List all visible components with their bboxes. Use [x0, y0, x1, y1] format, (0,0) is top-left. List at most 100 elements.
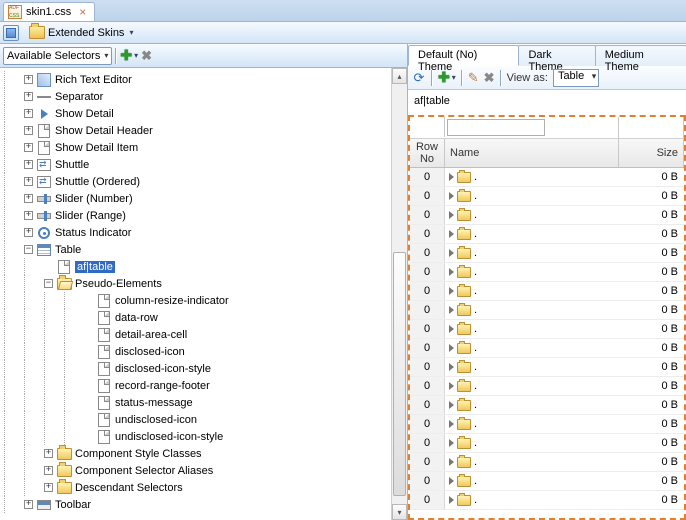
- cell-name[interactable]: .: [445, 323, 619, 335]
- expander[interactable]: +: [24, 109, 33, 118]
- expander[interactable]: +: [44, 483, 53, 492]
- add-button[interactable]: ✚ ▾: [120, 47, 138, 64]
- disclosure-icon[interactable]: [449, 173, 454, 181]
- table-row[interactable]: 0.0 B: [410, 187, 684, 206]
- scroll-down-arrow[interactable]: ▾: [392, 504, 407, 520]
- freeze-button[interactable]: [3, 25, 19, 41]
- cell-name[interactable]: .: [445, 494, 619, 506]
- scroll-up-arrow[interactable]: ▴: [392, 68, 407, 84]
- cell-name[interactable]: .: [445, 304, 619, 316]
- table-row[interactable]: 0.0 B: [410, 244, 684, 263]
- tree-item-label[interactable]: Toolbar: [55, 499, 91, 511]
- cell-name[interactable]: .: [445, 266, 619, 278]
- tree-item-label[interactable]: Component Selector Aliases: [75, 465, 213, 477]
- tab-dark-theme[interactable]: Dark Theme: [518, 45, 595, 66]
- tree-item-label[interactable]: status-message: [115, 397, 193, 409]
- available-selectors-combo[interactable]: Available Selectors ▾: [3, 47, 112, 65]
- table-row[interactable]: 0.0 B: [410, 339, 684, 358]
- tree-item-label[interactable]: undisclosed-icon-style: [115, 431, 223, 443]
- tree-item-label[interactable]: Show Detail Header: [55, 125, 153, 137]
- tree-item-label[interactable]: Separator: [55, 91, 103, 103]
- table-row[interactable]: 0.0 B: [410, 472, 684, 491]
- tree-item-label[interactable]: Rich Text Editor: [55, 74, 132, 86]
- cell-name[interactable]: .: [445, 475, 619, 487]
- tree-item-label[interactable]: Descendant Selectors: [75, 482, 183, 494]
- table-row[interactable]: 0.0 B: [410, 301, 684, 320]
- expander[interactable]: +: [24, 194, 33, 203]
- header-name[interactable]: Name: [445, 139, 619, 167]
- vertical-scrollbar[interactable]: ▴ ▾: [391, 68, 407, 520]
- tree-item-label[interactable]: Slider (Range): [55, 210, 126, 222]
- tab-default-theme[interactable]: Default (No) Theme: [408, 45, 519, 66]
- disclosure-icon[interactable]: [449, 458, 454, 466]
- cell-name[interactable]: .: [445, 361, 619, 373]
- tree-item-label[interactable]: Shuttle: [55, 159, 89, 171]
- cell-name[interactable]: .: [445, 342, 619, 354]
- disclosure-icon[interactable]: [449, 325, 454, 333]
- tree-item-label[interactable]: Show Detail Item: [55, 142, 138, 154]
- tree-item-label[interactable]: Slider (Number): [55, 193, 133, 205]
- table-row[interactable]: 0.0 B: [410, 206, 684, 225]
- disclosure-icon[interactable]: [449, 420, 454, 428]
- tree-item-label[interactable]: column-resize-indicator: [115, 295, 229, 307]
- tree-item-label[interactable]: record-range-footer: [115, 380, 210, 392]
- table-row[interactable]: 0.0 B: [410, 491, 684, 510]
- expander[interactable]: +: [24, 92, 33, 101]
- table-row[interactable]: 0.0 B: [410, 168, 684, 187]
- header-row-no[interactable]: Row No: [410, 139, 445, 167]
- header-size[interactable]: Size: [619, 139, 684, 167]
- close-icon[interactable]: ×: [79, 5, 86, 19]
- tree-item-label[interactable]: Pseudo-Elements: [75, 278, 162, 290]
- table-row[interactable]: 0.0 B: [410, 434, 684, 453]
- cell-name[interactable]: .: [445, 285, 619, 297]
- table-row[interactable]: 0.0 B: [410, 415, 684, 434]
- cell-name[interactable]: .: [445, 399, 619, 411]
- table-row[interactable]: 0.0 B: [410, 358, 684, 377]
- cell-name[interactable]: .: [445, 171, 619, 183]
- expander[interactable]: +: [24, 143, 33, 152]
- expander[interactable]: +: [44, 449, 53, 458]
- cell-name[interactable]: .: [445, 418, 619, 430]
- expander[interactable]: +: [24, 160, 33, 169]
- disclosure-icon[interactable]: [449, 192, 454, 200]
- cell-name[interactable]: .: [445, 456, 619, 468]
- tree-item-label[interactable]: data-row: [115, 312, 158, 324]
- name-filter-input[interactable]: [447, 119, 545, 136]
- expander[interactable]: +: [24, 211, 33, 220]
- expander[interactable]: +: [24, 177, 33, 186]
- disclosure-icon[interactable]: [449, 344, 454, 352]
- edit-icon[interactable]: ✎: [468, 70, 479, 86]
- disclosure-icon[interactable]: [449, 477, 454, 485]
- table-component[interactable]: Row No Name Size 0.0 B0.0 B0.0 B0.0 B0.0…: [408, 115, 686, 520]
- table-row[interactable]: 0.0 B: [410, 282, 684, 301]
- tree-item-label[interactable]: disclosed-icon-style: [115, 363, 211, 375]
- tree-item-label[interactable]: af|table: [75, 261, 115, 273]
- disclosure-icon[interactable]: [449, 382, 454, 390]
- tree-item-label[interactable]: Shuttle (Ordered): [55, 176, 140, 188]
- view-as-select[interactable]: Table: [553, 69, 599, 87]
- expander[interactable]: +: [24, 126, 33, 135]
- disclosure-icon[interactable]: [449, 306, 454, 314]
- disclosure-icon[interactable]: [449, 230, 454, 238]
- delete-button[interactable]: ✖: [141, 48, 152, 64]
- tree-item-label[interactable]: Show Detail: [55, 108, 114, 120]
- delete-icon[interactable]: ✖: [484, 70, 495, 86]
- table-row[interactable]: 0.0 B: [410, 263, 684, 282]
- table-row[interactable]: 0.0 B: [410, 320, 684, 339]
- cell-name[interactable]: .: [445, 437, 619, 449]
- table-row[interactable]: 0.0 B: [410, 453, 684, 472]
- disclosure-icon[interactable]: [449, 401, 454, 409]
- tree-item-label[interactable]: Status Indicator: [55, 227, 131, 239]
- expander[interactable]: +: [24, 228, 33, 237]
- tree-item-label[interactable]: disclosed-icon: [115, 346, 185, 358]
- expander[interactable]: +: [44, 466, 53, 475]
- table-row[interactable]: 0.0 B: [410, 377, 684, 396]
- cell-name[interactable]: .: [445, 190, 619, 202]
- cell-name[interactable]: .: [445, 247, 619, 259]
- cell-name[interactable]: .: [445, 209, 619, 221]
- expander[interactable]: −: [44, 279, 53, 288]
- disclosure-icon[interactable]: [449, 249, 454, 257]
- expander[interactable]: −: [24, 245, 33, 254]
- tree-item-label[interactable]: detail-area-cell: [115, 329, 187, 341]
- file-tab[interactable]: skin1.css ×: [3, 2, 95, 21]
